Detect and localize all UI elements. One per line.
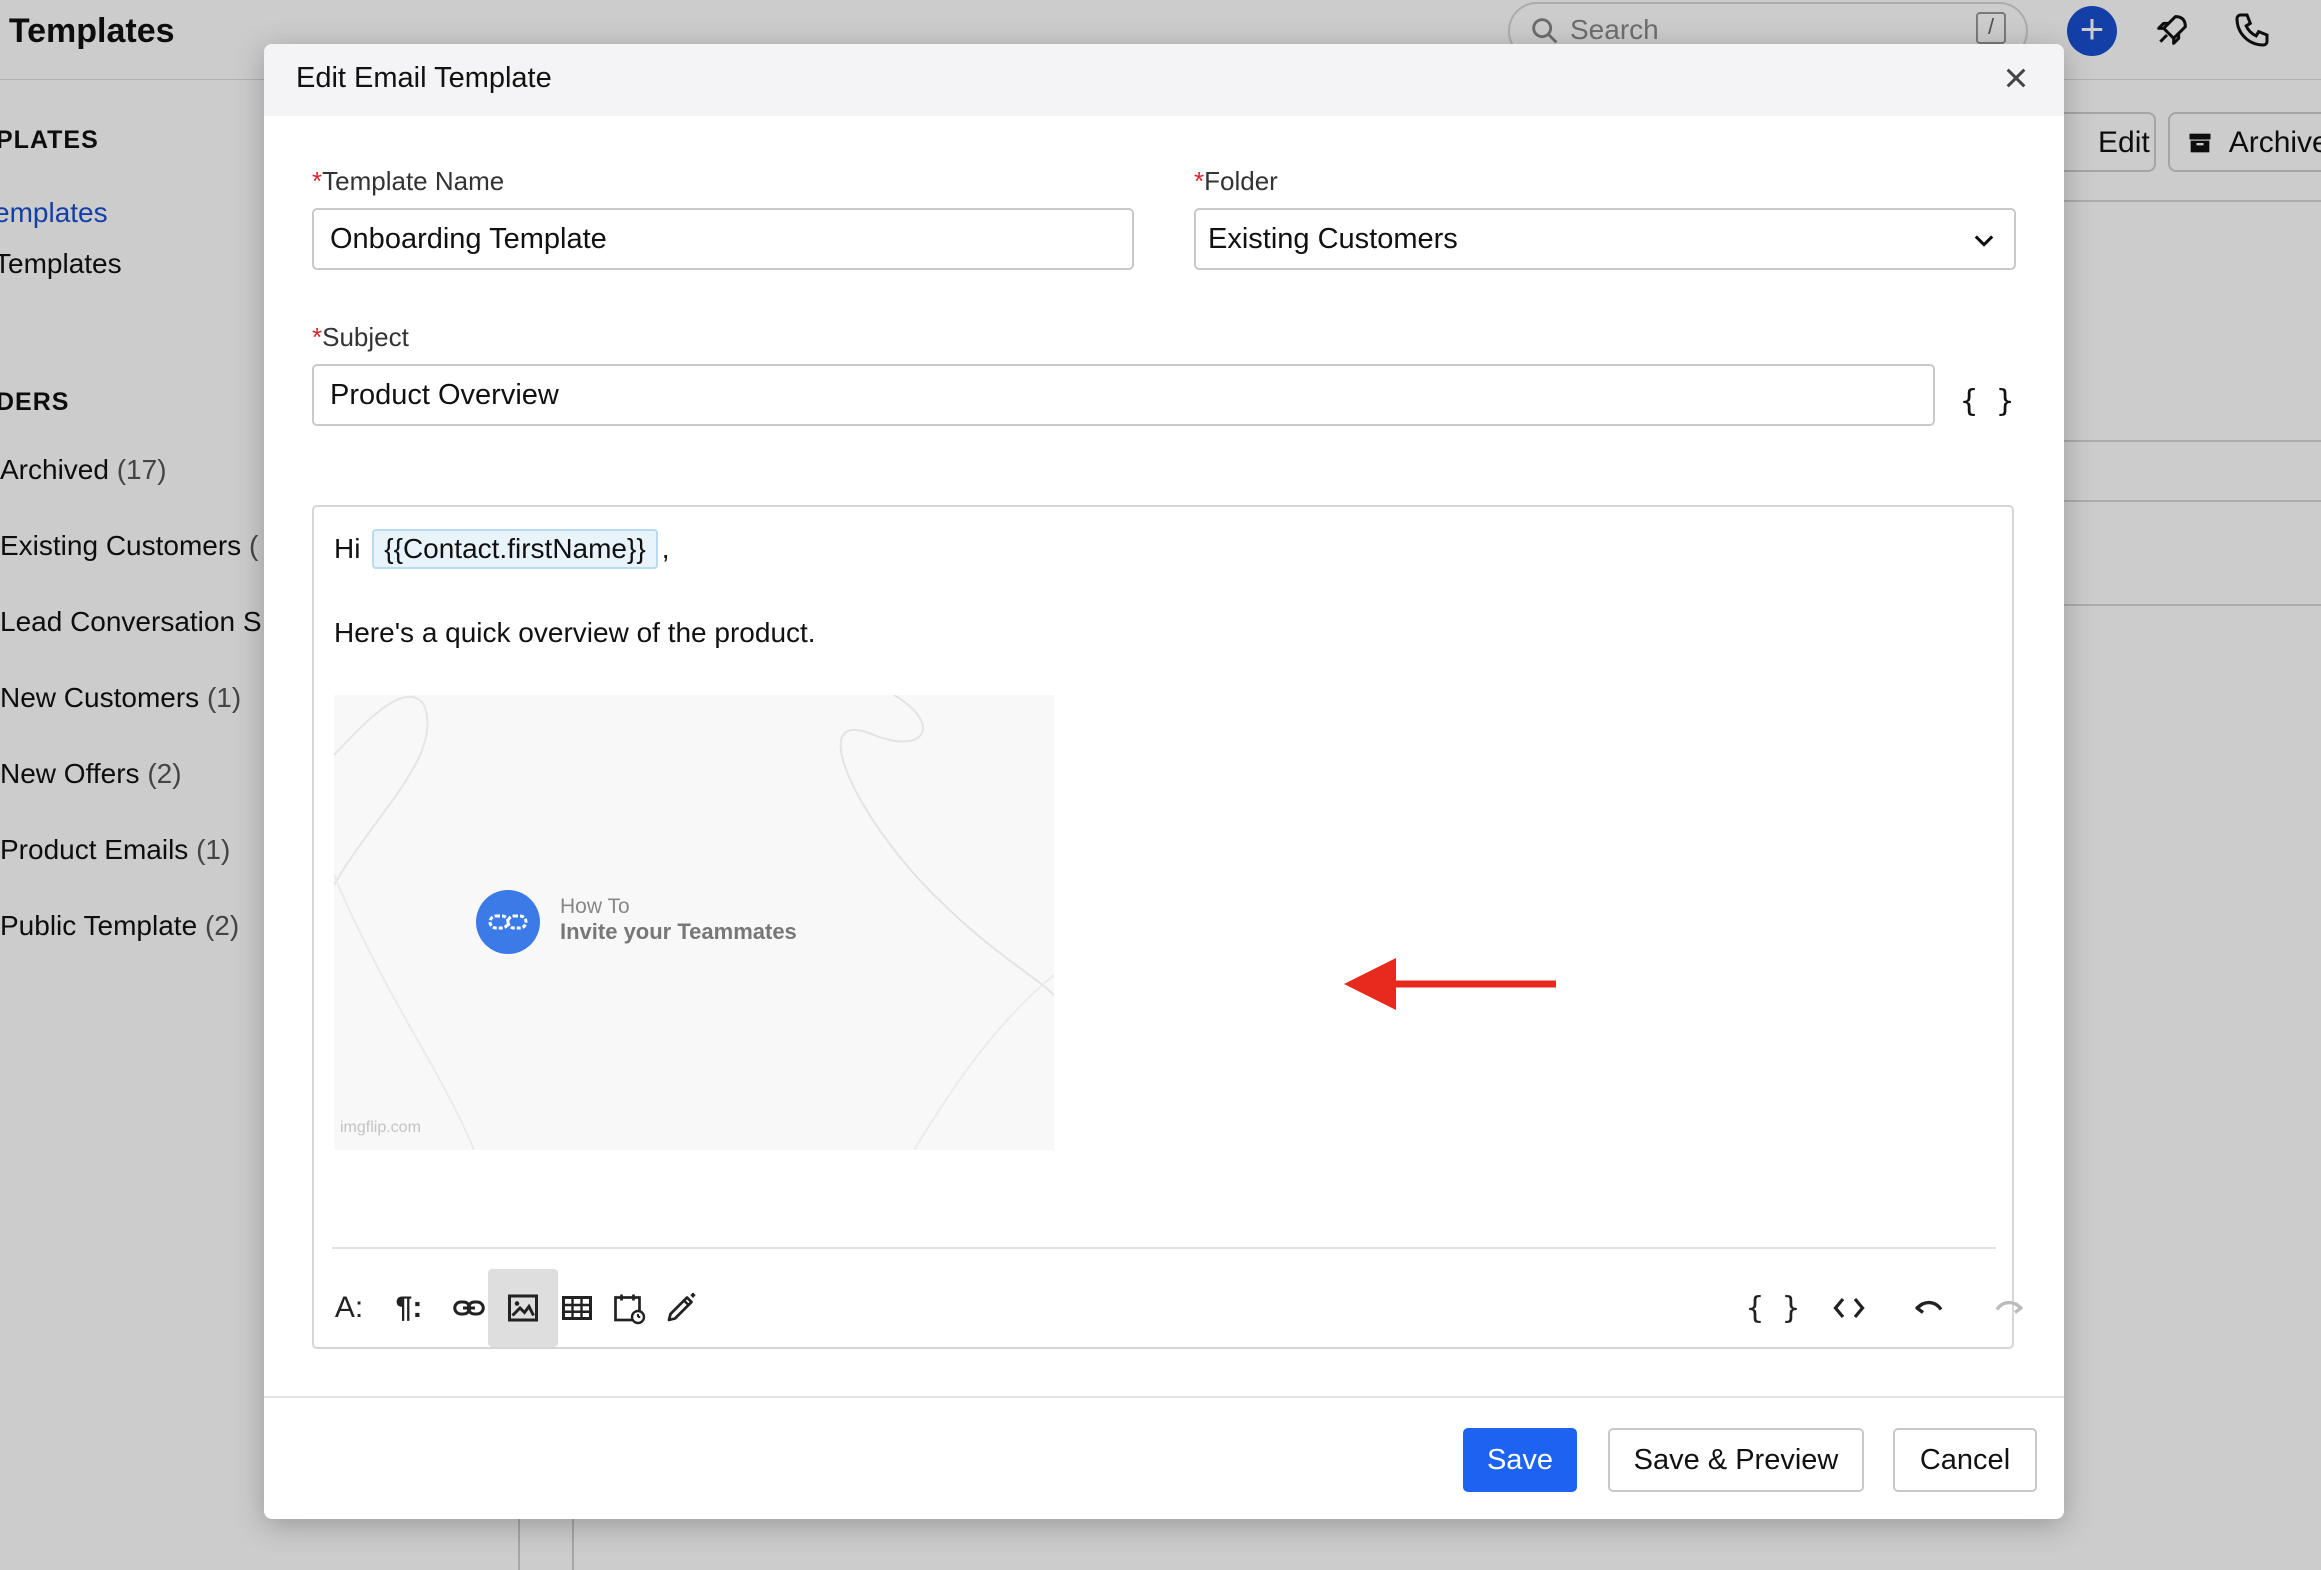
embedded-video-thumbnail[interactable]: How To Invite your Teammates imgflip.com (334, 695, 1054, 1150)
chevron-down-icon (1974, 235, 1994, 247)
subject-label: *Subject (312, 322, 409, 353)
modal-header: Edit Email Template (264, 44, 2064, 116)
email-body-editor[interactable]: Hi {{Contact.firstName}}, Here's a quick… (312, 505, 2023, 1349)
subject-input[interactable]: Product Overview (312, 364, 1935, 426)
template-name-label-text: Template Name (322, 166, 505, 196)
cancel-button[interactable]: Cancel (1893, 1428, 2037, 1492)
redo-button[interactable] (1974, 1269, 2044, 1347)
ai-assist-button[interactable] (646, 1269, 716, 1347)
undo-button[interactable] (1894, 1269, 1964, 1347)
paragraph-icon: ¶: (395, 1291, 423, 1324)
html-source-button[interactable] (1814, 1269, 1884, 1347)
edit-email-template-modal: Edit Email Template *Template Name Onboa… (264, 44, 2064, 1519)
code-icon (1833, 1297, 1865, 1319)
modal-title: Edit Email Template (296, 62, 552, 94)
greeting-suffix: , (661, 533, 670, 564)
thumbnail-watermark: imgflip.com (340, 1119, 421, 1136)
link-logo-icon (476, 890, 540, 954)
modal-footer-divider (264, 1396, 2064, 1398)
undo-icon (1915, 1300, 1943, 1314)
template-name-label: *Template Name (312, 166, 504, 197)
required-mark: * (1194, 166, 1205, 196)
save-button[interactable]: Save (1463, 1428, 1577, 1492)
calendar-icon (614, 1294, 646, 1325)
editor-toolbar-divider (332, 1247, 1996, 1249)
folder-select-value: Existing Customers (1208, 223, 1458, 255)
template-name-input[interactable]: Onboarding Template (312, 208, 1134, 270)
redo-icon (1995, 1300, 2023, 1314)
thumbnail-small-text: How To (560, 895, 630, 918)
greeting-text: Hi (334, 533, 361, 564)
insert-merge-field-toolbar-button[interactable]: { } (1738, 1269, 1808, 1347)
merge-field-chip[interactable]: {{Contact.firstName}} (372, 529, 658, 569)
image-icon (508, 1294, 538, 1322)
insert-merge-field-button[interactable]: { } (1960, 384, 2014, 419)
close-icon[interactable] (1996, 58, 2036, 98)
folder-select[interactable]: Existing Customers (1194, 208, 2016, 270)
greeting-line: Hi {{Contact.firstName}}, (334, 529, 670, 569)
body-text: Here's a quick overview of the product. (334, 617, 816, 648)
table-icon (562, 1296, 592, 1320)
magic-pen-icon (667, 1293, 696, 1322)
required-mark: * (312, 322, 323, 352)
required-mark: * (312, 166, 323, 196)
braces-icon: { } (1745, 1290, 1801, 1326)
save-and-preview-button[interactable]: Save & Preview (1608, 1428, 1864, 1492)
link-icon (453, 1300, 485, 1316)
subject-label-text: Subject (322, 322, 409, 352)
folder-label-text: Folder (1204, 166, 1278, 196)
folder-label: *Folder (1194, 166, 1278, 197)
link-chain-icon (488, 914, 528, 930)
thumbnail-title: Invite your Teammates (560, 919, 797, 944)
font-style-icon: A: (334, 1291, 364, 1324)
annotation-arrow-icon (1344, 958, 1556, 1010)
